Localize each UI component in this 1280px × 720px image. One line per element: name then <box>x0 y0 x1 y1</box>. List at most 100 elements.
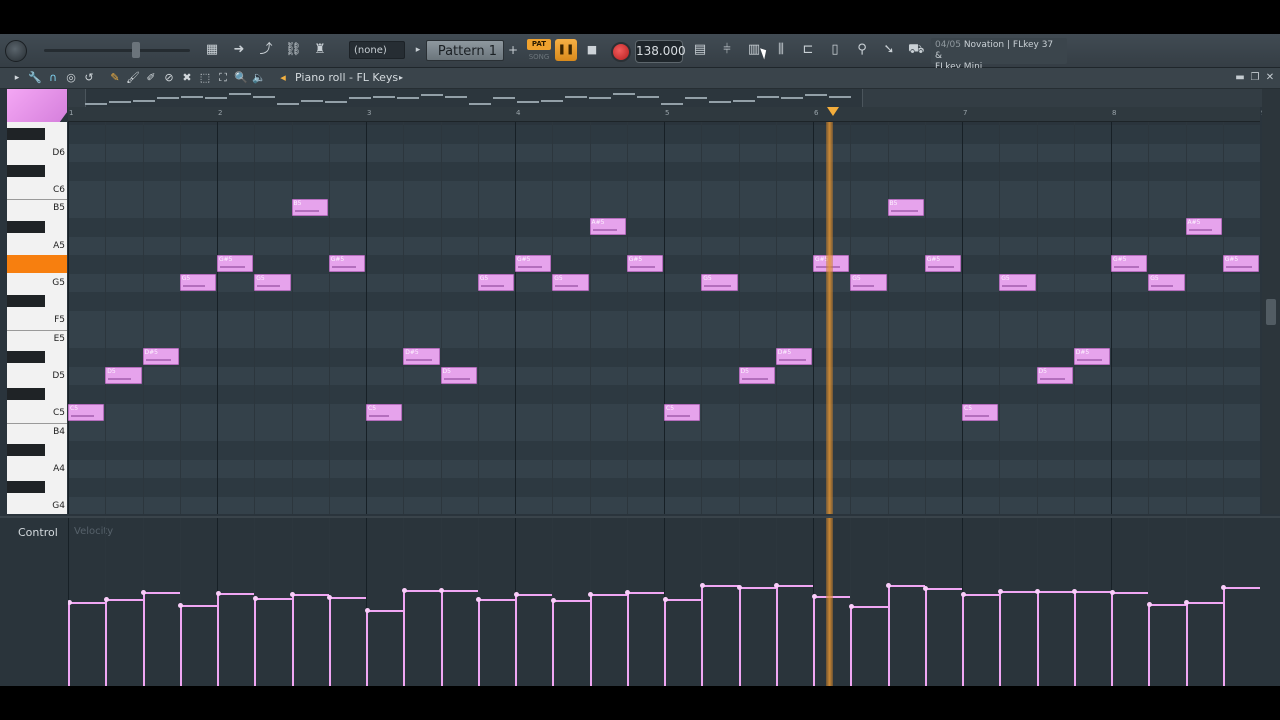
pause-button[interactable]: ❚❚ <box>555 39 577 61</box>
velocity-handle[interactable] <box>103 597 109 602</box>
velocity-stem[interactable] <box>924 588 927 686</box>
loop-icon[interactable]: ↺ <box>81 70 97 86</box>
velocity-handle[interactable] <box>252 596 258 601</box>
zoom-icon[interactable]: 🔍 <box>233 70 249 86</box>
velocity-handle[interactable] <box>327 595 333 600</box>
cart-icon[interactable]: ⛟ <box>908 42 924 58</box>
record-button[interactable] <box>611 42 631 62</box>
piano-roll-icon[interactable]: ▥ <box>746 42 762 58</box>
snap-select[interactable]: (none) <box>349 41 405 59</box>
stop-button[interactable]: ■ <box>582 39 602 61</box>
black-key[interactable] <box>7 351 45 364</box>
velocity-stem[interactable] <box>850 606 853 686</box>
velocity-handle[interactable] <box>1109 590 1115 595</box>
arrow-icon[interactable]: ➘ <box>881 42 897 58</box>
velocity-stem[interactable] <box>403 590 406 686</box>
note[interactable]: G5 <box>254 273 291 291</box>
velocity-handle[interactable] <box>364 608 370 613</box>
note[interactable]: G5 <box>477 273 514 291</box>
pencil-icon[interactable]: ✎ <box>107 70 123 86</box>
add-pattern-icon[interactable]: + <box>505 42 521 58</box>
velocity-stem[interactable] <box>440 590 443 686</box>
black-key[interactable] <box>7 388 45 401</box>
note[interactable]: G5 <box>552 273 589 291</box>
velocity-handle[interactable] <box>215 591 221 596</box>
velocity-stem[interactable] <box>1111 592 1113 686</box>
velocity-handle[interactable] <box>923 586 929 591</box>
pattern-selector[interactable]: Pattern 1 <box>426 40 504 61</box>
note[interactable]: C5 <box>68 404 105 421</box>
velocity-handle[interactable] <box>774 583 780 588</box>
velocity-stem[interactable] <box>1148 604 1151 686</box>
note[interactable]: C5 <box>664 404 701 421</box>
velocity-handle[interactable] <box>886 583 891 588</box>
velocity-stem[interactable] <box>142 592 145 686</box>
magnet-icon[interactable]: ∩ <box>45 70 61 86</box>
select-icon[interactable]: ⛶ <box>215 70 231 86</box>
note[interactable]: G5 <box>1148 273 1185 291</box>
browser-icon[interactable]: ⊏ <box>800 42 816 58</box>
link-icon[interactable]: ⛓ <box>285 42 302 58</box>
maximize-icon[interactable]: ❐ <box>1248 70 1262 86</box>
black-key[interactable] <box>7 221 45 233</box>
velocity-stem[interactable] <box>1073 591 1076 686</box>
velocity-stem[interactable] <box>105 599 108 686</box>
file-icon[interactable]: ▯ <box>827 42 843 58</box>
note[interactable]: G#5 <box>515 255 552 273</box>
black-key[interactable] <box>7 128 45 140</box>
velocity-stem[interactable] <box>962 594 964 686</box>
note[interactable]: G#5 <box>217 255 254 273</box>
pattern-arrow-icon[interactable]: ▸ <box>410 42 426 58</box>
velocity-stem[interactable] <box>626 592 629 686</box>
note[interactable]: G5 <box>701 273 738 291</box>
pat-song-toggle[interactable]: PAT SONG <box>527 39 551 63</box>
velocity-handle[interactable] <box>662 597 668 602</box>
vertical-scroll-thumb[interactable] <box>1266 299 1276 325</box>
typing-keyboard-icon[interactable]: ▦ <box>204 42 220 58</box>
velocity-handle[interactable] <box>1072 589 1078 594</box>
note[interactable]: B5 <box>291 199 328 217</box>
note[interactable]: G#5 <box>626 255 663 273</box>
note[interactable]: G#5 <box>1111 255 1148 273</box>
velocity-stem[interactable] <box>999 591 1002 686</box>
black-key[interactable] <box>7 165 45 178</box>
paint-icon[interactable]: ✐ <box>143 70 159 86</box>
velocity-handle[interactable] <box>178 603 184 608</box>
slice-icon[interactable]: ⬚ <box>197 70 213 86</box>
brush-icon[interactable]: 🖌 <box>125 70 141 86</box>
velocity-handle[interactable] <box>588 592 593 597</box>
close-icon[interactable]: ✕ <box>1263 70 1277 86</box>
velocity-stem[interactable] <box>1185 602 1188 686</box>
velocity-handle[interactable] <box>1035 589 1040 594</box>
velocity-handle[interactable] <box>1184 600 1189 605</box>
wrench-icon[interactable]: 🔧 <box>27 70 43 86</box>
note[interactable]: G#5 <box>1222 255 1259 273</box>
delete-icon[interactable]: ⊘ <box>161 70 177 86</box>
slider-thumb[interactable] <box>132 42 140 58</box>
velocity-handle[interactable] <box>1146 602 1152 607</box>
velocity-stem[interactable] <box>179 605 182 686</box>
velocity-handle[interactable] <box>550 598 556 603</box>
velocity-stem[interactable] <box>887 585 890 686</box>
overview-scrollbar[interactable] <box>68 89 1268 107</box>
master-volume-knob[interactable] <box>5 40 27 62</box>
note[interactable]: B5 <box>887 199 924 217</box>
velocity-stem[interactable] <box>701 585 704 686</box>
note[interactable]: G5 <box>179 273 216 291</box>
black-key[interactable] <box>7 295 45 308</box>
velocity-stem[interactable] <box>477 599 480 686</box>
plugin-picker-icon[interactable]: ⚲ <box>854 42 870 58</box>
record-small-icon[interactable]: ◎ <box>63 70 79 86</box>
velocity-stem[interactable] <box>366 610 368 686</box>
vertical-scrollbar[interactable] <box>1262 89 1280 514</box>
note[interactable]: G#5 <box>924 255 961 273</box>
velocity-handle[interactable] <box>699 583 705 588</box>
title-arrow-icon[interactable]: ▸ <box>393 70 409 86</box>
mute-icon[interactable]: ✖ <box>179 70 195 86</box>
curve-icon[interactable]: ⤴ <box>258 42 274 58</box>
note[interactable]: D#5 <box>142 348 179 366</box>
note[interactable]: D5 <box>105 366 142 384</box>
note-grid[interactable]: C5 D5 D#5 G5 G#5 G5 B5 G#5 C5 D#5 D5 G5 G#5 G5 A#5 G#5 C… <box>68 122 1260 514</box>
target-icon[interactable]: ◂ <box>275 70 291 86</box>
menu-arrow-icon[interactable]: ▸ <box>9 70 25 86</box>
